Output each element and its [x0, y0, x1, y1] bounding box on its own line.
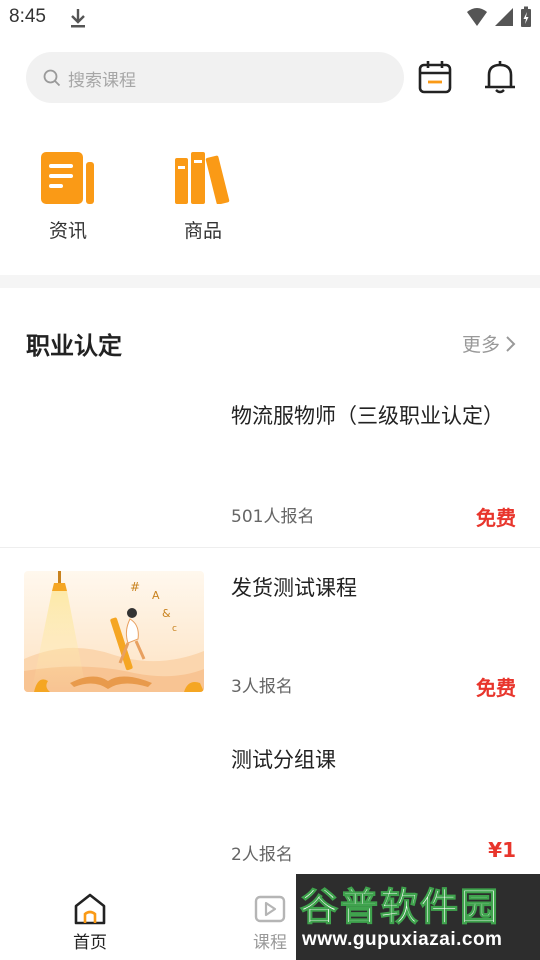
more-label: 更多	[461, 334, 500, 356]
course-enrollment: 2人报名	[231, 845, 293, 865]
nav-tab-home[interactable]: 首页	[50, 892, 130, 953]
svg-text:&: &	[162, 607, 171, 620]
course-title: 物流服物师（三级职业认定）	[231, 404, 504, 428]
watermark-logo: 谷普软件园 www.gupuxiazai.com	[296, 874, 540, 960]
books-icon	[175, 152, 230, 204]
course-enrollment: 501人报名	[231, 507, 315, 527]
course-card[interactable]: 物流服物师（三级职业认定） 501人报名 免费	[0, 390, 540, 547]
calendar-icon[interactable]	[417, 58, 453, 96]
section-divider	[0, 275, 540, 288]
cell-signal-icon	[495, 8, 513, 26]
quick-entry-news[interactable]: 资讯	[23, 150, 113, 243]
status-icons	[466, 6, 532, 28]
quick-entry-products[interactable]: 商品	[158, 150, 248, 243]
chevron-right-icon	[506, 335, 516, 352]
battery-icon	[521, 6, 531, 27]
svg-text:A: A	[152, 589, 160, 602]
svg-text:#: #	[130, 580, 140, 594]
section-title: 职业认定	[26, 332, 122, 360]
status-bar: 8:45	[0, 0, 540, 36]
course-enrollment: 3人报名	[231, 677, 293, 697]
course-price: ¥1	[488, 838, 516, 862]
course-thumbnail: # A & c	[24, 571, 204, 692]
watermark-title: 谷普软件园	[299, 885, 501, 930]
course-card[interactable]: # A & c 发货测试课程 3人报名 免费	[0, 560, 540, 710]
search-input[interactable]: 搜索课程	[26, 52, 404, 103]
more-link[interactable]: 更多	[462, 330, 516, 357]
watermark-url: www.gupuxiazai.com	[302, 929, 503, 950]
course-title: 测试分组课	[231, 748, 336, 772]
download-icon	[71, 9, 85, 28]
document-icon	[41, 152, 94, 204]
course-thumbnail-illustration: # A & c	[24, 571, 204, 692]
home-icon	[74, 893, 106, 925]
search-icon	[43, 69, 61, 87]
bell-icon[interactable]	[481, 58, 519, 96]
status-time: 8:45	[9, 6, 46, 27]
svg-text:c: c	[172, 624, 177, 634]
quick-entry-label: 资讯	[48, 220, 87, 242]
course-price: 免费	[476, 676, 516, 700]
row-divider	[0, 547, 540, 548]
quick-entry-label: 商品	[183, 220, 222, 242]
course-card[interactable]: 测试分组课 2人报名 ¥1	[0, 732, 540, 882]
video-play-icon	[254, 895, 286, 923]
nav-label: 首页	[73, 933, 107, 953]
search-placeholder: 搜索课程	[68, 71, 136, 91]
course-title: 发货测试课程	[231, 576, 357, 600]
wifi-icon	[467, 8, 487, 26]
course-price: 免费	[476, 506, 516, 530]
